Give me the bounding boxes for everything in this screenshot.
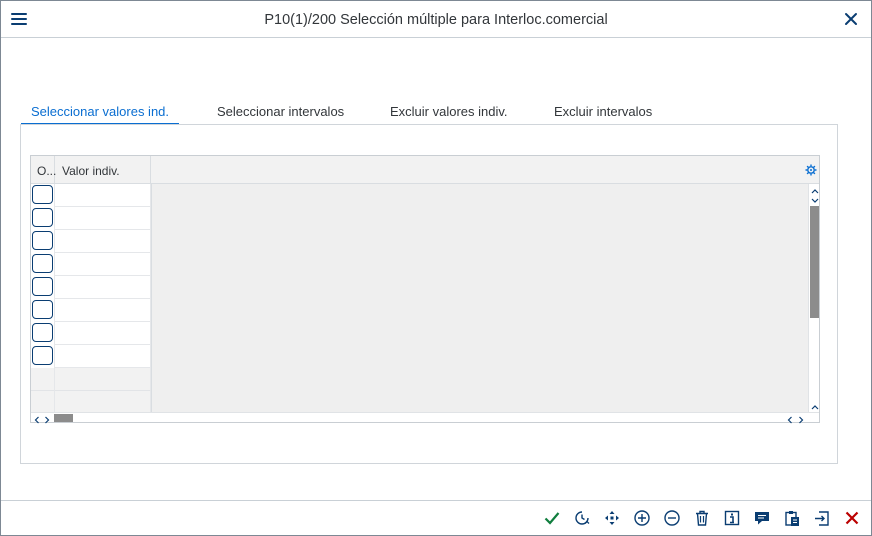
footer-toolbar (1, 500, 871, 535)
option-selector-button[interactable] (32, 185, 53, 204)
tab-select-single-values[interactable]: Seleccionar valores ind. (21, 101, 179, 125)
info-icon[interactable] (722, 508, 742, 528)
table-row (31, 230, 151, 253)
table-row (31, 207, 151, 230)
value-input-cell[interactable] (55, 253, 151, 276)
history-icon[interactable] (572, 508, 592, 528)
paste-icon[interactable] (782, 508, 802, 528)
option-selector-button[interactable] (32, 323, 53, 342)
vertical-scrollbar[interactable] (808, 184, 820, 420)
table-header: O... Valor indiv. (31, 156, 819, 184)
comment-icon[interactable] (752, 508, 772, 528)
table-row (31, 322, 151, 345)
column-header-value[interactable]: Valor indiv. (55, 156, 151, 184)
table-row (31, 253, 151, 276)
close-icon[interactable] (841, 9, 861, 29)
values-table: O... Valor indiv. (30, 155, 820, 424)
remove-circle-icon[interactable] (662, 508, 682, 528)
empty-table-row (31, 391, 151, 414)
table-empty-area (151, 184, 808, 412)
tab-exclude-single-values[interactable]: Excluir valores indiv. (390, 101, 508, 125)
table-row (31, 276, 151, 299)
tab-select-ranges[interactable]: Seleccionar intervalos (217, 101, 344, 125)
tab-exclude-ranges[interactable]: Excluir intervalos (554, 101, 652, 125)
dialog-window: P10(1)/200 Selección múltiple para Inter… (0, 0, 872, 536)
table-row (31, 299, 151, 322)
option-selector-button[interactable] (32, 208, 53, 227)
chevron-left-icon[interactable] (786, 413, 794, 424)
add-circle-icon[interactable] (632, 508, 652, 528)
option-selector-button[interactable] (32, 300, 53, 319)
move-icon[interactable] (602, 508, 622, 528)
chevron-right-icon[interactable] (43, 413, 51, 424)
title-bar: P10(1)/200 Selección múltiple para Inter… (1, 1, 871, 38)
empty-table-row (31, 368, 151, 391)
column-header-option[interactable]: O... (31, 156, 56, 184)
cancel-icon[interactable] (842, 508, 862, 528)
option-selector-button[interactable] (32, 277, 53, 296)
option-selector-button[interactable] (32, 346, 53, 365)
value-input-cell[interactable] (55, 184, 151, 207)
checkmark-icon[interactable] (542, 508, 562, 528)
value-input-cell[interactable] (55, 322, 151, 345)
table-rows (31, 184, 151, 414)
horizontal-scroll-thumb[interactable] (54, 414, 73, 422)
dialog-title: P10(1)/200 Selección múltiple para Inter… (264, 12, 608, 28)
delete-icon[interactable] (692, 508, 712, 528)
option-selector-button[interactable] (32, 254, 53, 273)
value-input-cell[interactable] (55, 345, 151, 368)
gear-icon[interactable] (805, 164, 817, 176)
chevron-down-icon[interactable] (810, 194, 820, 204)
chevron-left-icon[interactable] (33, 413, 41, 424)
upload-icon[interactable] (812, 508, 832, 528)
option-selector-button[interactable] (32, 231, 53, 250)
value-input-cell[interactable] (55, 299, 151, 322)
chevron-up-icon[interactable] (810, 184, 820, 194)
value-input-cell[interactable] (55, 276, 151, 299)
table-row (31, 184, 151, 207)
chevron-right-icon[interactable] (797, 413, 805, 424)
value-input-cell[interactable] (55, 230, 151, 253)
vertical-scroll-thumb[interactable] (810, 206, 819, 318)
horizontal-scrollbar[interactable] (31, 412, 819, 424)
chevron-up-icon[interactable] (810, 400, 820, 410)
value-input-cell[interactable] (55, 207, 151, 230)
table-row (31, 345, 151, 368)
